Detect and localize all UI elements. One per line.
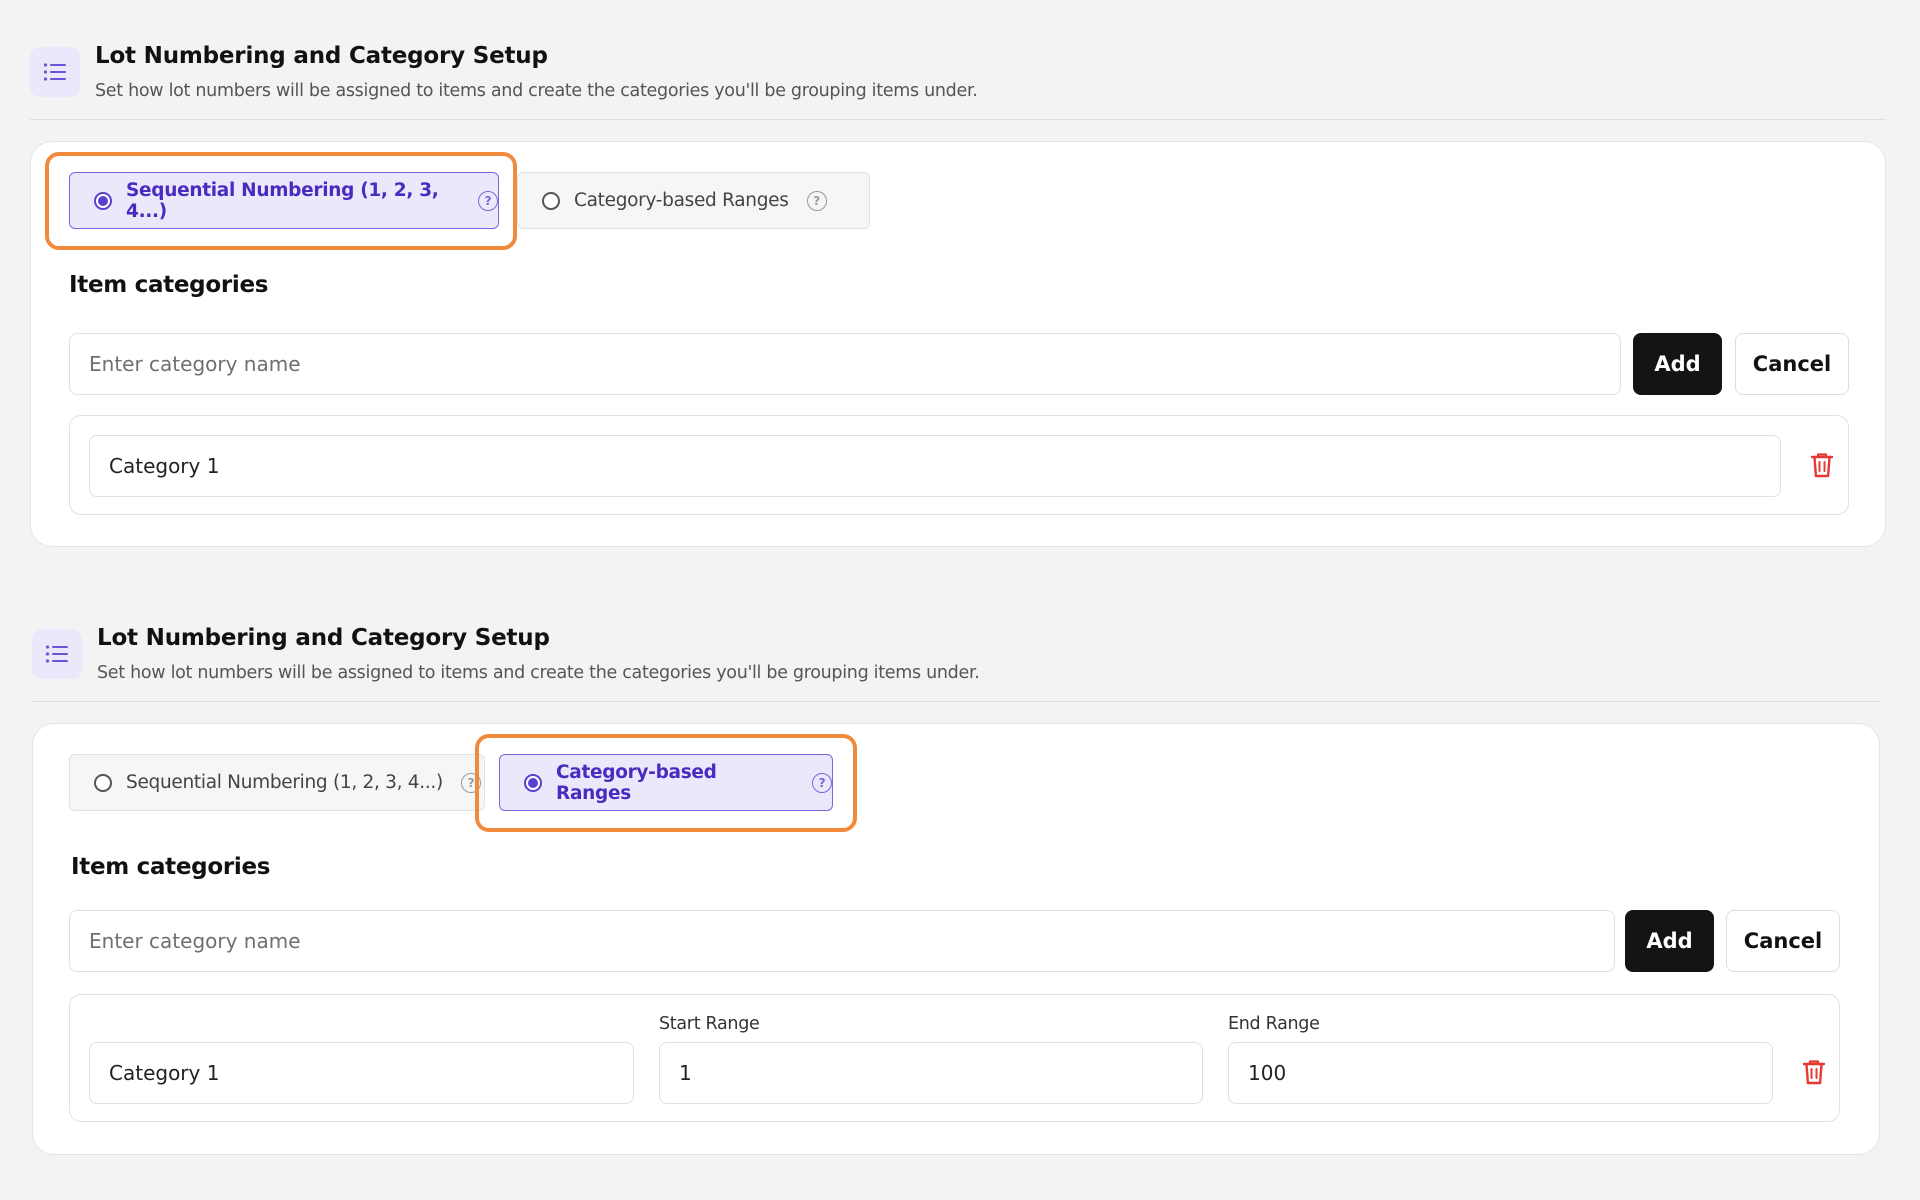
add-button[interactable]: Add xyxy=(1625,910,1714,972)
section-header: Lot Numbering and Category Setup Set how… xyxy=(30,40,1886,120)
radio-selected[interactable] xyxy=(94,191,112,210)
option-category-based-ranges[interactable]: Category-based Ranges ? xyxy=(517,172,870,229)
category-name-field[interactable] xyxy=(89,1042,634,1104)
category-list xyxy=(69,415,1849,515)
cancel-button[interactable]: Cancel xyxy=(1726,910,1840,972)
help-circle-icon[interactable]: ? xyxy=(806,190,827,211)
category-name-field[interactable] xyxy=(89,435,1781,497)
item-categories-title: Item categories xyxy=(71,854,271,880)
radio-unselected[interactable] xyxy=(542,191,560,210)
option-sequential-numbering[interactable]: Sequential Numbering (1, 2, 3, 4...) ? xyxy=(69,172,499,229)
help-circle-icon[interactable]: ? xyxy=(478,190,498,211)
help-circle-icon[interactable]: ? xyxy=(812,772,832,793)
end-range-input[interactable] xyxy=(1228,1042,1773,1104)
lot-numbering-section-ranges: Lot Numbering and Category Setup Set how… xyxy=(32,622,1880,1155)
option-label: Sequential Numbering (1, 2, 3, 4...) xyxy=(126,772,443,793)
add-button[interactable]: Add xyxy=(1633,333,1722,395)
radio-selected[interactable] xyxy=(524,773,542,792)
section-subtitle: Set how lot numbers will be assigned to … xyxy=(97,663,980,683)
section-subtitle: Set how lot numbers will be assigned to … xyxy=(95,81,978,101)
radio-unselected[interactable] xyxy=(94,773,112,792)
start-range-label: Start Range xyxy=(659,1014,760,1034)
start-range-input[interactable] xyxy=(659,1042,1203,1104)
numbering-card: Sequential Numbering (1, 2, 3, 4...) ? C… xyxy=(30,141,1886,547)
end-range-label: End Range xyxy=(1228,1014,1320,1034)
option-sequential-numbering[interactable]: Sequential Numbering (1, 2, 3, 4...) ? xyxy=(69,754,485,811)
category-name-input[interactable] xyxy=(69,910,1615,972)
option-label: Category-based Ranges xyxy=(556,761,717,804)
option-category-based-ranges[interactable]: Category-based Ranges ? xyxy=(499,754,833,811)
help-circle-icon[interactable]: ? xyxy=(460,772,481,793)
section-header: Lot Numbering and Category Setup Set how… xyxy=(32,622,1880,702)
trash-icon[interactable] xyxy=(1809,451,1835,479)
list-icon xyxy=(30,47,80,97)
trash-icon[interactable] xyxy=(1801,1058,1827,1086)
numbering-card: Sequential Numbering (1, 2, 3, 4...) ? C… xyxy=(32,723,1880,1155)
option-label: Category-based Ranges xyxy=(574,190,789,211)
item-categories-title: Item categories xyxy=(69,272,269,298)
cancel-button[interactable]: Cancel xyxy=(1735,333,1849,395)
category-name-input[interactable] xyxy=(69,333,1621,395)
lot-numbering-section-sequential: Lot Numbering and Category Setup Set how… xyxy=(30,40,1886,547)
category-list: Start Range End Range xyxy=(69,994,1840,1122)
section-title: Lot Numbering and Category Setup xyxy=(97,625,550,651)
option-label: Sequential Numbering (1, 2, 3, 4...) xyxy=(126,179,439,222)
list-icon xyxy=(32,629,82,679)
section-title: Lot Numbering and Category Setup xyxy=(95,43,548,69)
